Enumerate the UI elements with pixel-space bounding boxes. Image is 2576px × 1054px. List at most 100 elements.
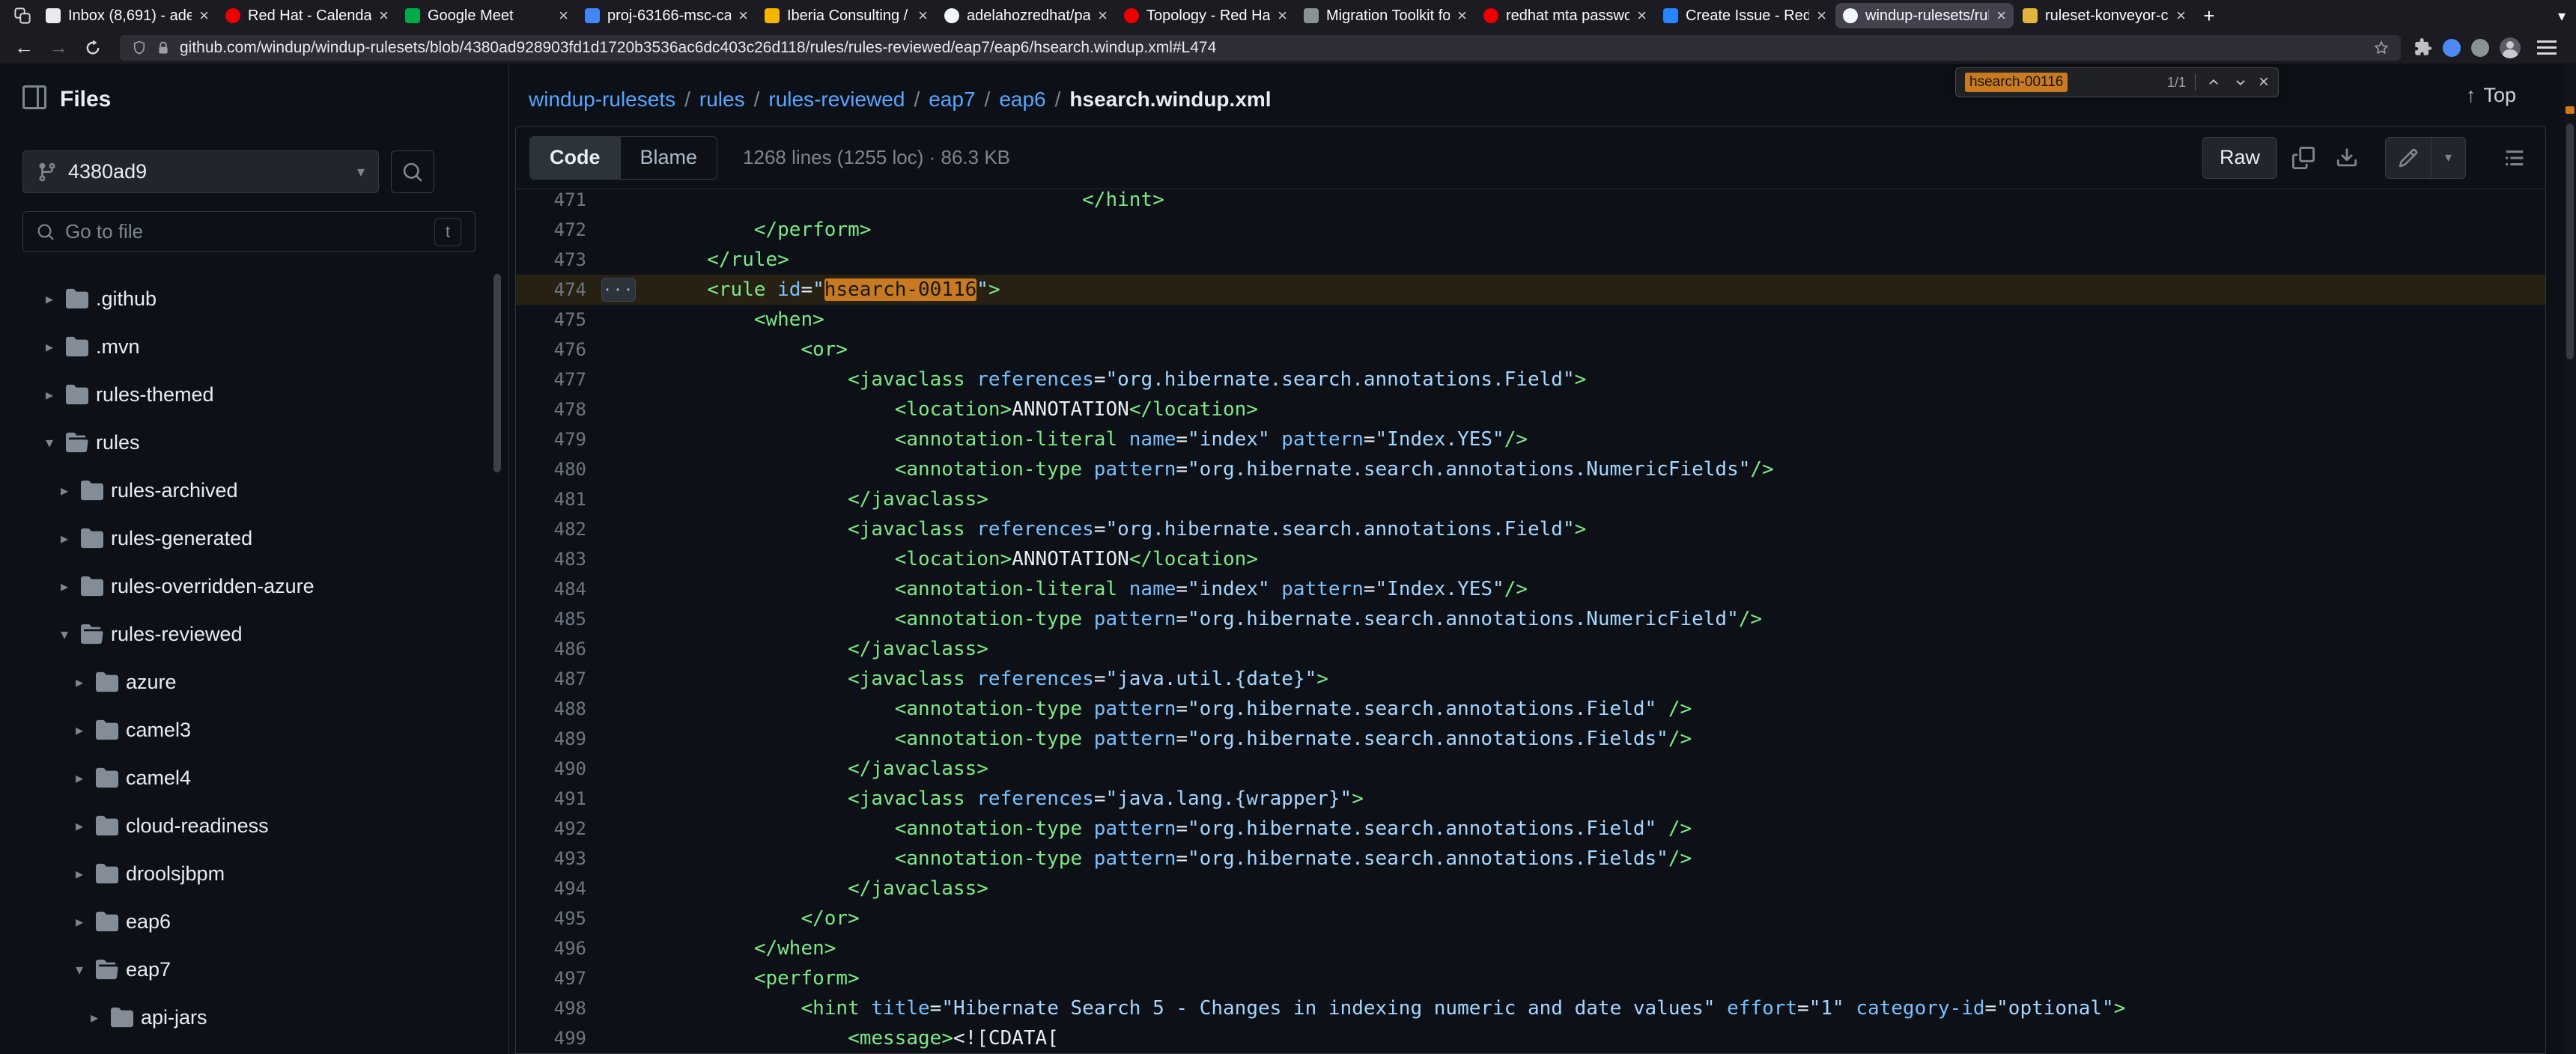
line-number[interactable]: 474	[516, 275, 613, 305]
breadcrumb-link[interactable]: windup-rulesets	[529, 88, 675, 112]
search-this-repository-button[interactable]	[391, 150, 434, 193]
collapse-sidebar-button[interactable]	[22, 85, 46, 113]
extension-icon[interactable]	[2443, 39, 2461, 57]
tab-close-icon[interactable]: ×	[1098, 7, 1108, 24]
line-number[interactable]: 483	[516, 544, 613, 574]
raw-button[interactable]: Raw	[2202, 137, 2277, 179]
line-number[interactable]: 493	[516, 844, 613, 874]
line-number[interactable]: 489	[516, 724, 613, 754]
scrollbar-thumb[interactable]	[2566, 124, 2574, 359]
forward-button[interactable]: →	[43, 35, 73, 61]
line-number[interactable]: 481	[516, 484, 613, 514]
tab-close-icon[interactable]: ×	[1817, 7, 1826, 24]
browser-tab[interactable]: Red Hat - Calendar - Week of×	[218, 3, 396, 28]
breadcrumb-link[interactable]: eap6	[999, 88, 1045, 112]
copy-raw-button[interactable]	[2286, 141, 2321, 175]
tab-close-icon[interactable]: ×	[918, 7, 928, 24]
tree-item-droolsjbpm[interactable]: ▸droolsjbpm	[0, 850, 508, 898]
line-number[interactable]: 486	[516, 634, 613, 664]
breadcrumb-link[interactable]: rules	[699, 88, 745, 112]
new-tab-button[interactable]: +	[2194, 4, 2224, 28]
code-scroll-area[interactable]: 471 </hint>472 </perform>473 </rule>474·…	[516, 189, 2545, 1053]
tree-item-camel3[interactable]: ▸camel3	[0, 706, 508, 754]
line-number[interactable]: 472	[516, 215, 613, 245]
tree-item-rules[interactable]: ▾rules	[0, 418, 508, 466]
tree-item-.mvn[interactable]: ▸.mvn	[0, 323, 508, 371]
tab-close-icon[interactable]: ×	[1278, 7, 1287, 24]
line-number[interactable]: 473	[516, 245, 613, 275]
bookmark-star-icon[interactable]	[2374, 40, 2389, 55]
profile-avatar[interactable]	[2500, 37, 2521, 58]
address-bar[interactable]: github.com/windup/windup-rulesets/blob/4…	[120, 35, 2401, 61]
tab-close-icon[interactable]: ×	[379, 7, 389, 24]
reload-button[interactable]	[78, 35, 108, 61]
browser-tab[interactable]: windup-rulesets/rules/rules-re×	[1835, 3, 2014, 28]
tab-close-icon[interactable]: ×	[1996, 7, 2006, 24]
download-button[interactable]	[2330, 141, 2364, 175]
line-number[interactable]: 471	[516, 189, 613, 215]
line-number[interactable]: 475	[516, 305, 613, 335]
browser-tab[interactable]: proj-63166-msc-cargo-transition×	[577, 3, 756, 28]
find-close-icon[interactable]: ×	[2258, 73, 2269, 91]
tree-item-.github[interactable]: ▸.github	[0, 275, 508, 323]
breadcrumb-link[interactable]: rules-reviewed	[768, 88, 905, 112]
tree-item-api-jars[interactable]: ▸api-jars	[0, 993, 508, 1041]
line-number[interactable]: 484	[516, 574, 613, 604]
tree-item-eap6[interactable]: ▸eap6	[0, 898, 508, 945]
line-number[interactable]: 485	[516, 604, 613, 634]
symbols-panel-button[interactable]	[2497, 141, 2532, 175]
extensions-puzzle-icon[interactable]	[2413, 38, 2432, 58]
tab-blame[interactable]: Blame	[620, 137, 717, 179]
tree-item-cloud-readiness[interactable]: ▸cloud-readiness	[0, 802, 508, 850]
tree-item-eap7[interactable]: ▾eap7	[0, 945, 508, 993]
tree-item-azure[interactable]: ▸azure	[0, 658, 508, 706]
line-number[interactable]: 496	[516, 933, 613, 963]
line-number[interactable]: 476	[516, 335, 613, 365]
browser-tab[interactable]: Topology - Red Hat OpenShift×	[1117, 3, 1295, 28]
line-number[interactable]: 480	[516, 454, 613, 484]
list-all-tabs-button[interactable]: ▾	[2558, 7, 2566, 25]
tree-item-rules-archived[interactable]: ▸rules-archived	[0, 466, 508, 514]
tab-close-icon[interactable]: ×	[559, 7, 568, 24]
line-actions-button[interactable]: ···	[601, 278, 636, 302]
line-number[interactable]: 498	[516, 993, 613, 1023]
find-next-button[interactable]	[2232, 73, 2250, 91]
branch-selector[interactable]: 4380ad9 ▾	[22, 150, 379, 193]
page-scrollbar[interactable]	[2564, 64, 2576, 1054]
browser-tab[interactable]: Iberia Consulting / LANTIK - A×	[757, 3, 935, 28]
line-number[interactable]: 492	[516, 814, 613, 844]
tree-item-rules-themed[interactable]: ▸rules-themed	[0, 371, 508, 418]
browser-tab[interactable]: adelahozredhat/path-finder-×	[937, 3, 1115, 28]
line-number[interactable]: 479	[516, 424, 613, 454]
line-number[interactable]: 497	[516, 963, 613, 993]
sidebar-scrollbar-thumb[interactable]	[493, 274, 501, 472]
browser-tab[interactable]: Migration Toolkit for Applications×	[1296, 3, 1474, 28]
line-number[interactable]: 488	[516, 694, 613, 724]
tab-close-icon[interactable]: ×	[199, 7, 209, 24]
browser-tab[interactable]: Create Issue - Red Hat Issues×	[1656, 3, 1834, 28]
find-query-input[interactable]: hsearch-00116	[1965, 73, 2068, 92]
tree-item-rules-generated[interactable]: ▸rules-generated	[0, 514, 508, 562]
go-to-file-input[interactable]: Go to file t	[22, 211, 476, 252]
line-number[interactable]: 490	[516, 754, 613, 784]
line-number[interactable]: 495	[516, 904, 613, 933]
breadcrumb-link[interactable]: eap7	[929, 88, 975, 112]
tab-close-icon[interactable]: ×	[2176, 7, 2186, 24]
extension-icon[interactable]	[2471, 39, 2489, 57]
edit-dropdown-caret[interactable]: ▾	[2431, 137, 2466, 179]
line-number[interactable]: 499	[516, 1023, 613, 1053]
line-number[interactable]: 478	[516, 395, 613, 424]
line-number[interactable]: 494	[516, 874, 613, 904]
tab-close-icon[interactable]: ×	[1457, 7, 1467, 24]
line-number[interactable]: 482	[516, 514, 613, 544]
browser-tab[interactable]: ruleset-konveyor-customers×	[2015, 3, 2193, 28]
tree-item-camel4[interactable]: ▸camel4	[0, 754, 508, 802]
tree-item-rules-reviewed[interactable]: ▾rules-reviewed	[0, 610, 508, 658]
browser-tab[interactable]: redhat mta password - Google×	[1476, 3, 1654, 28]
firefox-view-button[interactable]	[7, 4, 37, 28]
line-number[interactable]: 477	[516, 365, 613, 395]
edit-file-button[interactable]	[2385, 137, 2431, 179]
back-button[interactable]: ←	[9, 35, 39, 61]
tree-item-rules-overridden-azure[interactable]: ▸rules-overridden-azure	[0, 562, 508, 610]
back-to-top-button[interactable]: ↑ Top	[2466, 84, 2516, 107]
